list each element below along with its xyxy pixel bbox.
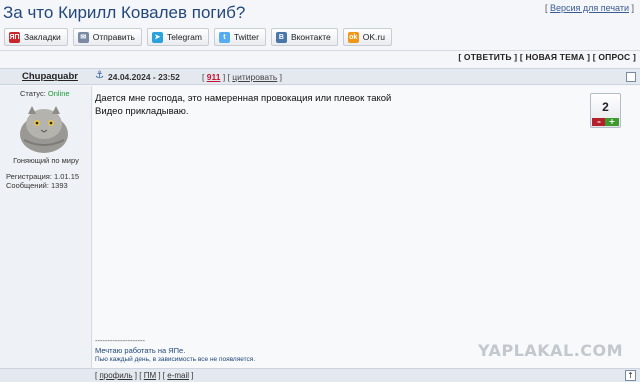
share-button-telegram[interactable]: ➤ Telegram — [146, 28, 209, 46]
ok-icon: ok — [347, 31, 359, 43]
profile-link[interactable]: профиль — [99, 371, 132, 380]
rating-widget: 2 – + — [590, 93, 621, 128]
post-number-link[interactable]: 911 — [207, 72, 221, 82]
post-date: 24.04.2024 - 23:52 — [108, 72, 180, 82]
rating-minus-button[interactable]: – — [592, 118, 606, 126]
anchor-icon[interactable]: ⚓ — [95, 70, 104, 81]
post-header: Chupaquabr ⚓ 24.04.2024 - 23:52 [ 911 ] … — [0, 68, 640, 85]
telegram-icon: ➤ — [151, 31, 163, 43]
vk-icon: В — [275, 31, 287, 43]
post-footer: [ профиль ] [ ПМ ] [ e-mail ] ↑ — [0, 368, 640, 382]
title-bar: За что Кирилл Ковалев погиб? [ Версия дл… — [0, 0, 640, 26]
share-bar: ЯП Закладки ✉ Отправить ➤ Telegram t Twi… — [4, 28, 392, 46]
divider — [0, 50, 640, 51]
twitter-icon: t — [218, 31, 230, 43]
print-version: [ Версия для печати ] — [544, 3, 634, 13]
site-watermark: YAPLAKAL.COM — [478, 341, 624, 360]
topic-actions[interactable]: [ ОТВЕТИТЬ ] [ НОВАЯ ТЕМА ] [ ОПРОС ] — [458, 52, 636, 62]
user-stats: Регистрация: 1.01.15 Сообщений: 1393 — [6, 172, 80, 190]
pm-link[interactable]: ПМ — [144, 371, 156, 380]
share-button-ok[interactable]: ok OK.ru — [342, 28, 392, 46]
signature-divider: -------------------- — [95, 336, 145, 345]
post-body: Дается мне господа, это намеренная прово… — [93, 86, 640, 368]
share-button-send[interactable]: ✉ Отправить — [72, 28, 142, 46]
avatar[interactable] — [18, 104, 70, 154]
rating-value: 2 — [602, 100, 609, 114]
email-link[interactable]: e-mail — [167, 371, 189, 380]
footer-links: [ профиль ] [ ПМ ] [ e-mail ] — [95, 371, 194, 380]
share-button-vk[interactable]: В Вконтакте — [270, 28, 338, 46]
page-title: За что Кирилл Ковалев погиб? — [3, 3, 246, 22]
user-status: Статус: Online — [20, 89, 70, 98]
author-name[interactable]: Chupaquabr — [22, 71, 78, 82]
mail-icon: ✉ — [77, 31, 89, 43]
scroll-up-icon[interactable]: ↑ — [625, 370, 636, 381]
share-button-twitter[interactable]: t Twitter — [213, 28, 266, 46]
rating-plus-button[interactable]: + — [605, 118, 619, 126]
signature-line: Пью каждый день, в зависимость все не по… — [95, 356, 256, 363]
checkbox[interactable] — [626, 72, 636, 82]
quote-link[interactable]: цитировать — [232, 72, 277, 82]
user-title: Гоняющий по миру — [13, 156, 79, 165]
author-sidebar: Статус: Online Гоняющий по миру Регистра… — [0, 86, 92, 368]
post-meta: [ 911 ] [ цитировать ] — [202, 72, 282, 82]
share-button-bookmarks[interactable]: ЯП Закладки — [4, 28, 68, 46]
print-version-link[interactable]: Версия для печати — [550, 3, 629, 13]
yapl-icon: ЯП — [9, 31, 20, 43]
post-text: Дается мне господа, это намеренная прово… — [95, 93, 392, 117]
signature-line: Мечтаю работать на ЯПе. — [95, 346, 186, 355]
